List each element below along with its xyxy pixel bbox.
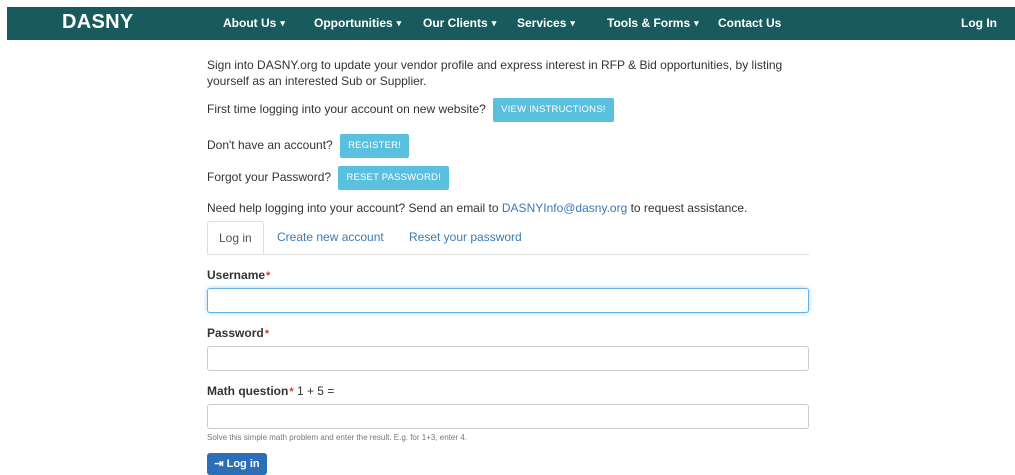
nav-opportunities[interactable]: Opportunities ▾ [314,16,401,30]
view-instructions-button[interactable]: VIEW INSTRUCTIONS! [493,98,614,122]
sign-in-icon: ⇥ [214,458,224,470]
nav-contact-us-label: Contact Us [718,16,782,30]
nav-our-clients-label: Our Clients [423,16,488,30]
help-prefix-text: Need help logging into your account? Sen… [207,201,499,215]
password-label: Password* [207,326,269,340]
username-label-text: Username [207,268,266,282]
password-input[interactable] [207,346,809,371]
intro-text: Sign into DASNY.org to update your vendo… [207,58,783,88]
chevron-down-icon: ▾ [694,18,699,28]
required-icon: * [264,328,269,340]
forgot-password-row: Forgot your Password? RESET PASSWORD! [207,166,449,190]
register-button[interactable]: REGISTER! [340,134,410,158]
help-row: Need help logging into your account? Sen… [207,200,747,216]
chevron-down-icon: ▾ [396,18,402,28]
login-tabs: Log in Create new account Reset your pas… [207,221,809,255]
login-submit-label: Log in [226,458,260,470]
math-question-label: Math question* 1 + 5 = [207,384,334,398]
chevron-down-icon: ▾ [570,18,575,28]
math-help-text: Solve this simple math problem and enter… [207,433,467,442]
nav-tools-forms[interactable]: Tools & Forms ▾ [607,16,699,30]
math-answer-input[interactable] [207,404,809,429]
nav-about-us[interactable]: About Us ▾ [223,16,285,30]
password-label-text: Password [207,326,264,340]
chevron-down-icon: ▾ [280,18,285,28]
required-icon: * [266,270,271,282]
top-navbar: DASNY About Us ▾ Opportunities ▾ Our Clien… [7,7,1015,40]
nav-services[interactable]: Services ▾ [517,16,575,30]
nav-our-clients[interactable]: Our Clients ▾ [423,16,496,30]
register-row: Don't have an account? REGISTER! [207,134,410,158]
tab-create-account[interactable]: Create new account [277,221,384,254]
reset-password-button[interactable]: RESET PASSWORD! [338,166,449,190]
nav-login-link[interactable]: Log In [961,16,997,30]
tab-log-in[interactable]: Log in [207,221,264,254]
brand-logo[interactable]: DASNY [62,11,134,34]
nav-contact-us[interactable]: Contact Us [718,16,781,30]
nav-services-label: Services [517,16,567,30]
help-suffix-text: to request assistance. [630,201,748,215]
login-submit-button[interactable]: ⇥ Log in [207,453,267,475]
chevron-down-icon: ▾ [491,18,497,28]
nav-about-us-label: About Us [223,16,277,30]
required-icon: * [289,386,294,398]
nav-tools-forms-label: Tools & Forms [607,16,691,30]
math-question-text: 1 + 5 = [296,384,335,398]
first-time-row: First time logging into your account on … [207,98,614,122]
nav-opportunities-label: Opportunities [314,16,393,30]
math-label-text: Math question [207,384,289,398]
username-input[interactable] [207,288,809,313]
help-email-link[interactable]: DASNYInfo@dasny.org [502,201,627,215]
first-time-text: First time logging into your account on … [207,102,486,117]
forgot-password-text: Forgot your Password? [207,170,332,185]
tab-reset-password[interactable]: Reset your password [409,221,522,254]
no-account-text: Don't have an account? [207,138,333,153]
username-label: Username* [207,268,270,282]
